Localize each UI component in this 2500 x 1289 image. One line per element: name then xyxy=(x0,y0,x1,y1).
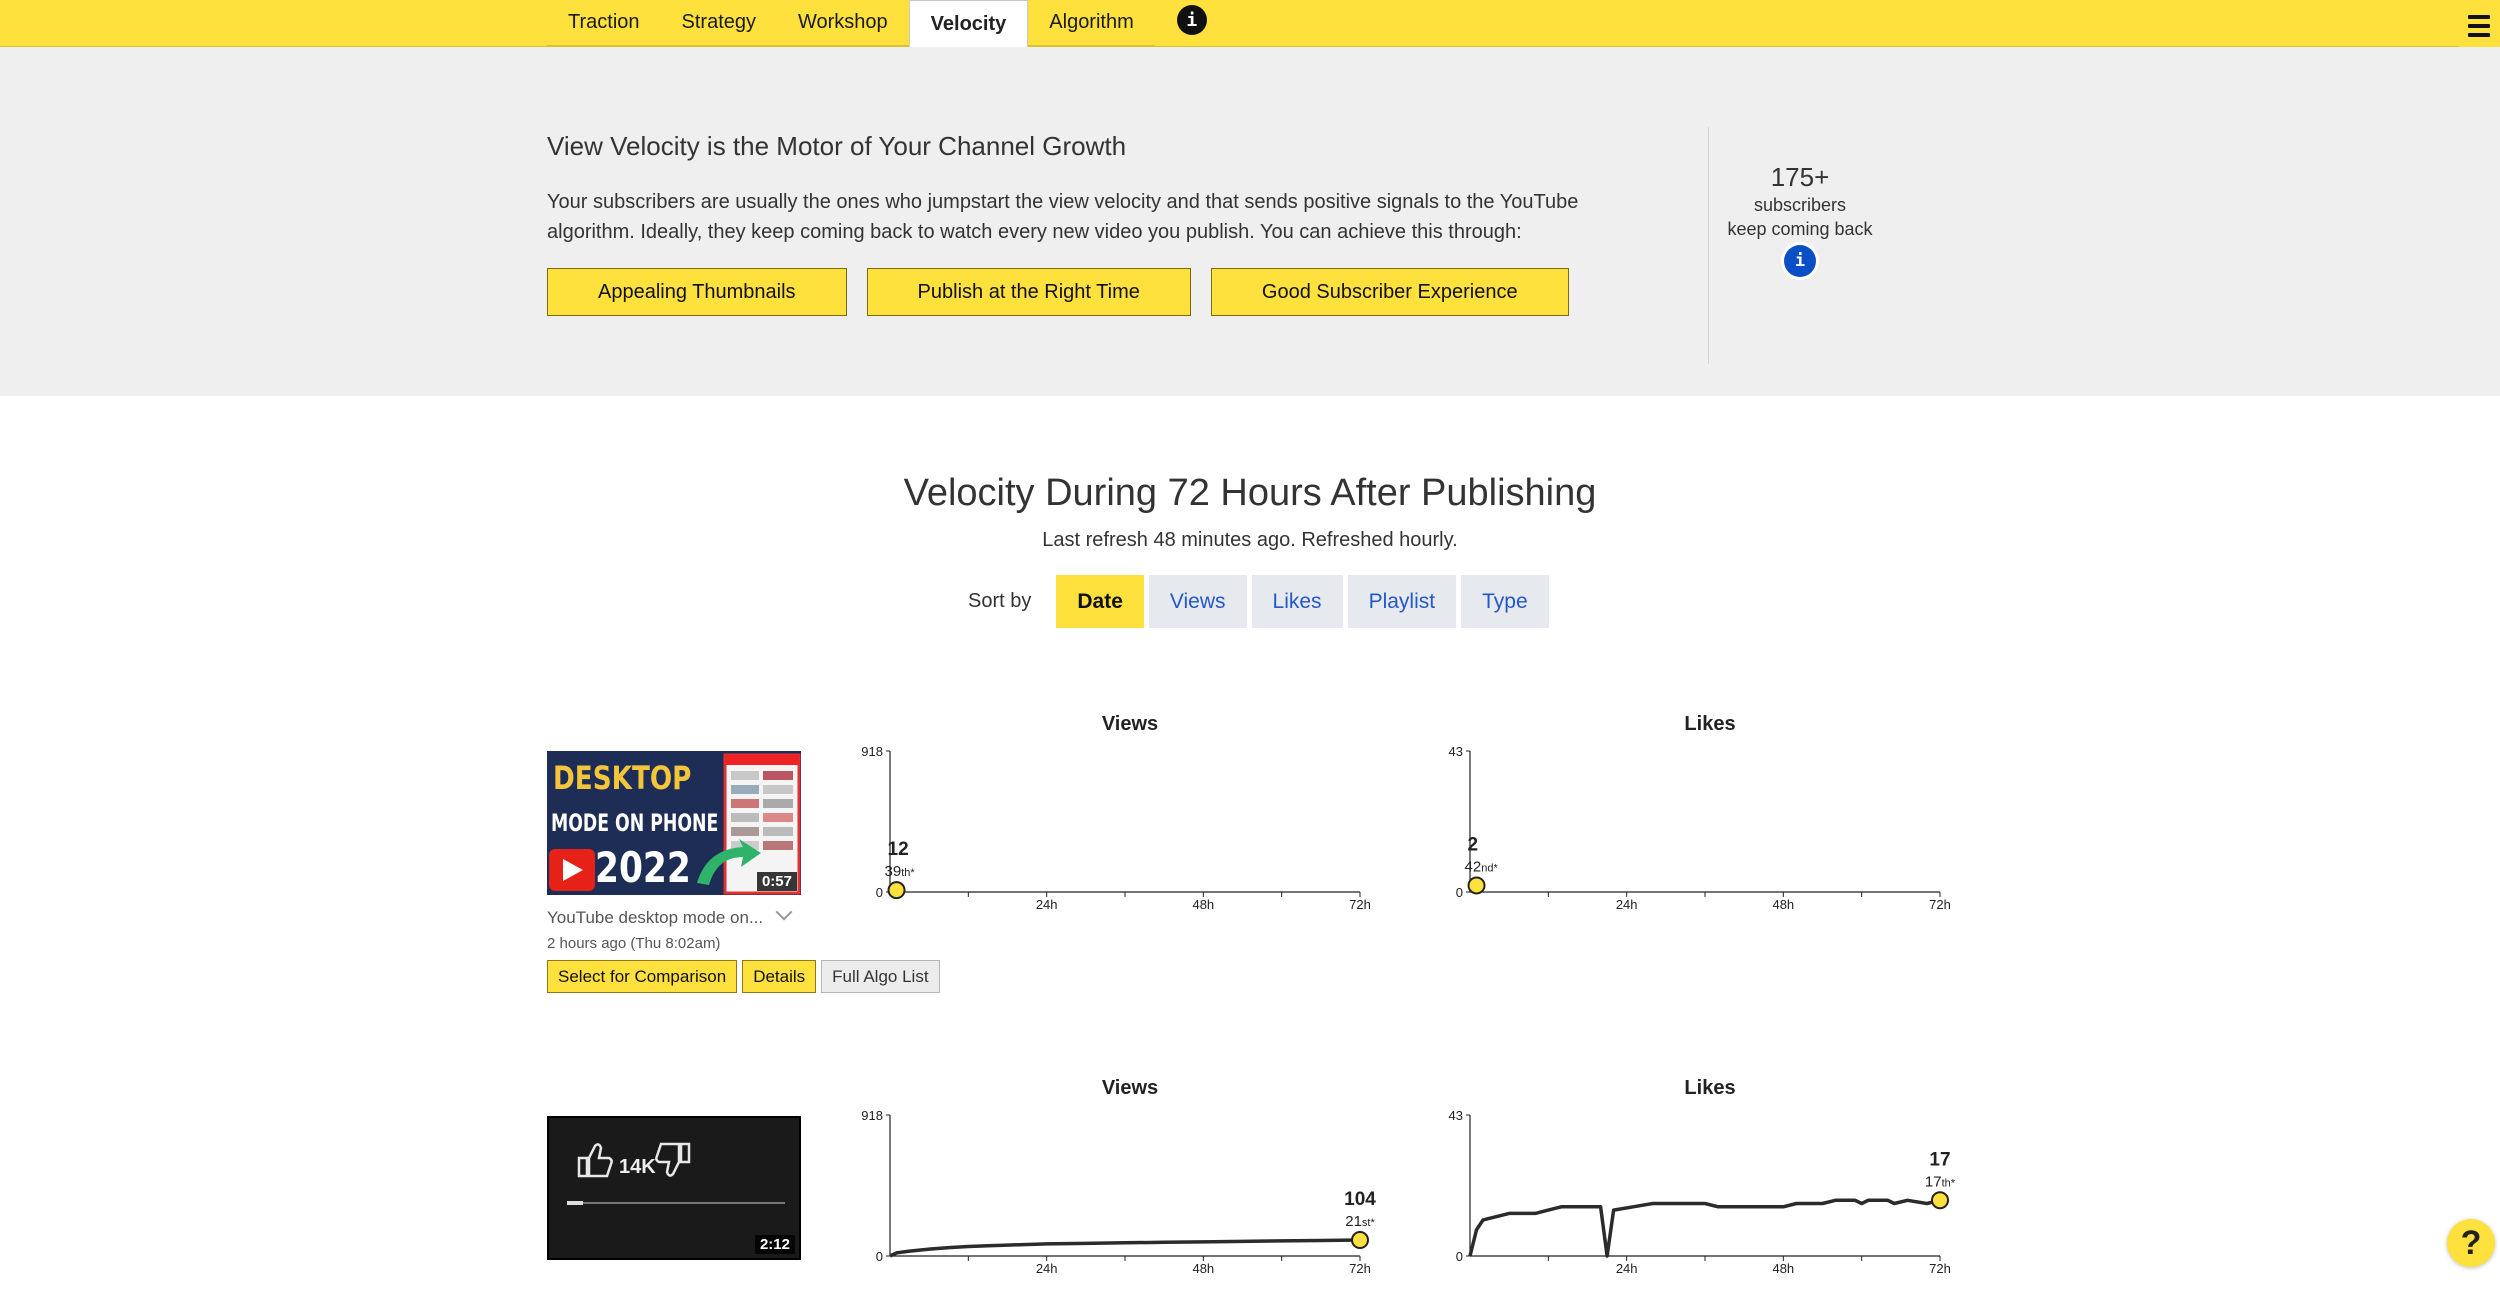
info-icon[interactable]: i xyxy=(1784,245,1816,277)
y-tick-label: 0 xyxy=(876,885,883,900)
intro-text: Your subscribers are usually the ones wh… xyxy=(547,191,1579,243)
tab-workshop[interactable]: Workshop xyxy=(777,0,909,46)
stat-label-line2: keep coming back xyxy=(1727,219,1873,239)
rank-label: 42nd* xyxy=(1465,858,1499,875)
x-tick-label: 24h xyxy=(1616,897,1638,912)
divider xyxy=(1708,127,1709,364)
sort-playlist-button[interactable]: Playlist xyxy=(1347,575,1457,628)
tab-velocity[interactable]: Velocity xyxy=(908,0,1029,47)
sort-views-button[interactable]: Views xyxy=(1148,575,1247,628)
details-button[interactable]: Details xyxy=(742,960,817,993)
intro-panel: View Velocity is the Motor of Your Chann… xyxy=(0,47,2500,396)
select-for-comparison-button[interactable]: Select for Comparison xyxy=(547,960,738,993)
main-tabs: Traction Strategy Workshop Velocity Algo… xyxy=(547,0,1207,47)
video-duration: 2:12 xyxy=(754,1235,795,1254)
end-point-marker xyxy=(1351,1231,1369,1250)
video-thumbnail[interactable]: DESKTOP MODE ON PHONE 2022 0:57 xyxy=(547,751,801,895)
info-icon[interactable]: i xyxy=(1176,5,1207,35)
end-point-marker xyxy=(1931,1191,1949,1210)
thumbnail-text-line3: 2022 xyxy=(595,843,691,892)
hamburger-icon[interactable] xyxy=(2458,0,2500,52)
y-tick-label: 0 xyxy=(1456,885,1463,900)
appealing-thumbnails-button[interactable]: Appealing Thumbnails xyxy=(547,268,847,316)
x-tick-label: 24h xyxy=(1036,897,1058,912)
thumbnail-text-line1: DESKTOP xyxy=(553,759,692,797)
chart-title: Likes xyxy=(1684,713,1735,735)
y-tick-label: 0 xyxy=(1456,1249,1463,1264)
x-tick-label: 48h xyxy=(1192,897,1214,912)
video-actions: Select for Comparison Details Full Algo … xyxy=(547,960,940,993)
chart-title: Likes xyxy=(1684,1077,1735,1099)
help-icon[interactable]: ? xyxy=(2447,1219,2495,1267)
stat-value: 175+ xyxy=(1770,162,1830,192)
subscriber-experience-button[interactable]: Good Subscriber Experience xyxy=(1210,268,1569,316)
sort-bar: Sort by Date Views Likes Playlist Type xyxy=(968,575,1554,628)
refresh-status: Last refresh 48 minutes ago. Refreshed h… xyxy=(1042,529,1458,551)
y-tick-label: 43 xyxy=(1449,1108,1463,1123)
chart-title: Views xyxy=(1102,713,1158,735)
data-label: 12 xyxy=(888,839,909,860)
x-tick-label: 72h xyxy=(1349,897,1371,912)
section-title: Velocity During 72 Hours After Publishin… xyxy=(903,472,1597,514)
video-title[interactable]: YouTube desktop mode on... xyxy=(547,908,763,927)
video-title-row[interactable]: YouTube desktop mode on... xyxy=(547,903,793,928)
data-label: 2 xyxy=(1468,834,1479,855)
intro-title: View Velocity is the Motor of Your Chann… xyxy=(547,131,1127,161)
video-thumbnail[interactable]: 14K 2:12 xyxy=(547,1116,801,1260)
y-tick-label: 918 xyxy=(861,1108,883,1123)
x-tick-label: 72h xyxy=(1929,897,1951,912)
rank-label: 39th* xyxy=(885,863,916,880)
x-tick-label: 48h xyxy=(1772,897,1794,912)
sort-date-button[interactable]: Date xyxy=(1056,575,1144,628)
y-tick-label: 43 xyxy=(1449,744,1463,759)
stat-label-line1: subscribers xyxy=(1753,195,1847,215)
returning-subscribers-stat: 175+ subscribers keep coming back i xyxy=(1710,162,1890,277)
end-point-marker xyxy=(887,881,906,900)
series-line xyxy=(889,1238,1361,1258)
rank-label: 21st* xyxy=(1345,1213,1375,1230)
publish-right-time-button[interactable]: Publish at the Right Time xyxy=(866,268,1191,316)
intro-buttons: Appealing Thumbnails Publish at the Righ… xyxy=(547,268,1569,316)
full-algo-list-button[interactable]: Full Algo List xyxy=(821,960,940,993)
series-line xyxy=(1468,1198,1941,1258)
top-nav-bar: Traction Strategy Workshop Velocity Algo… xyxy=(0,0,2500,52)
tab-traction[interactable]: Traction xyxy=(547,0,661,46)
sort-label: Sort by xyxy=(968,590,1032,612)
sort-likes-button[interactable]: Likes xyxy=(1251,575,1343,628)
tab-strategy[interactable]: Strategy xyxy=(660,0,777,46)
y-tick-label: 918 xyxy=(861,744,883,759)
tab-algorithm[interactable]: Algorithm xyxy=(1028,0,1155,46)
chart-title: Views xyxy=(1102,1077,1158,1099)
thumbnail-like-count: 14K xyxy=(619,1156,656,1178)
thumbnail-text-line2: MODE ON PHONE xyxy=(551,809,719,837)
sort-type-button[interactable]: Type xyxy=(1461,575,1549,628)
video-duration: 0:57 xyxy=(756,872,797,891)
likes-chart-video-1: Likes 43 0 24h 48h 72h 2 42nd* xyxy=(1449,713,1951,912)
video-publish-date: 2 hours ago (Thu 8:02am) xyxy=(547,935,721,952)
views-chart-video-1: Views 918 0 24h 48h 72h 12 39th* xyxy=(861,713,1371,912)
likes-chart-video-2: Likes43024h 48h 72h1717th* xyxy=(1449,1077,1956,1276)
rank-label: 17th* xyxy=(1925,1173,1956,1190)
data-label: 17 xyxy=(1929,1149,1950,1170)
views-chart-video-2: Views918024h 48h 72h10421st* xyxy=(861,1077,1376,1276)
data-label: 104 xyxy=(1344,1189,1376,1210)
end-point-marker xyxy=(1467,876,1486,895)
y-tick-label: 0 xyxy=(876,1249,883,1264)
chevron-down-icon[interactable] xyxy=(775,903,793,921)
